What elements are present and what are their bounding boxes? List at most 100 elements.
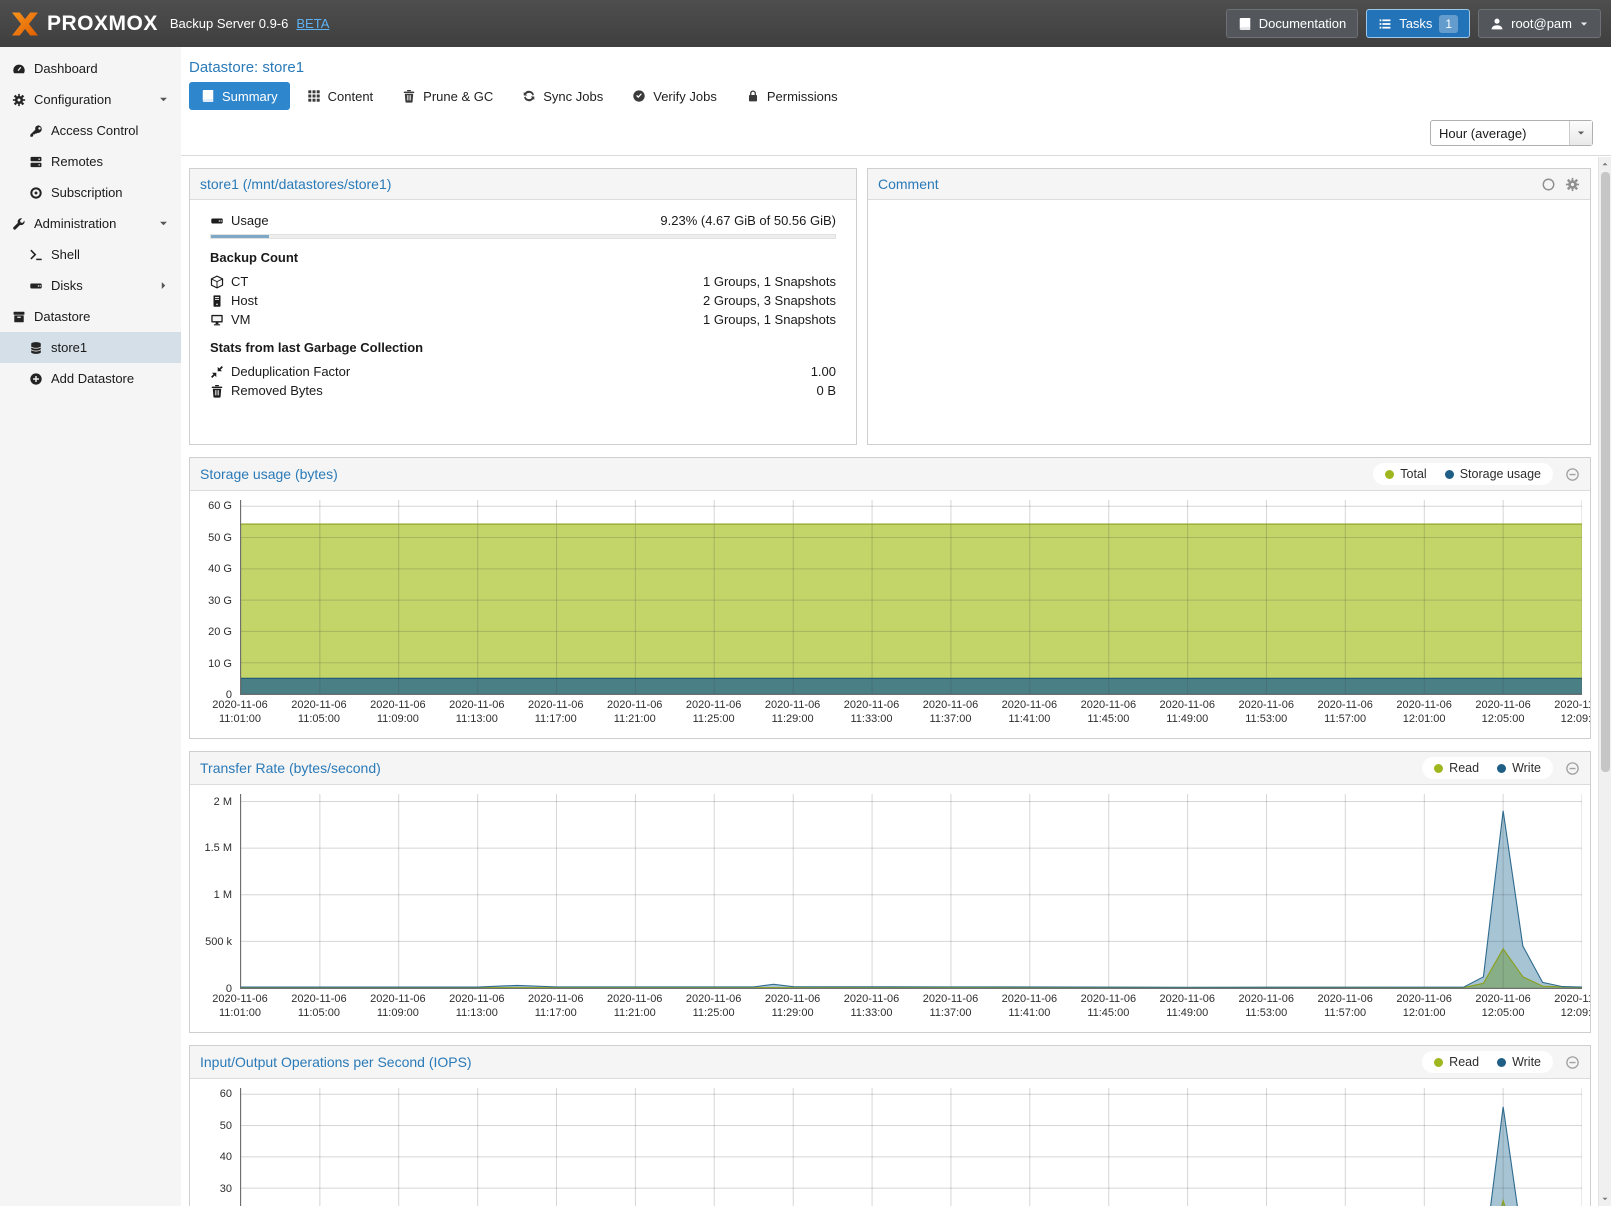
lock-icon [746,89,760,103]
y-tick-label: 500 k [205,936,232,948]
plot-column: 2020-11-0611:01:002020-11-0611:05:002020… [240,1088,1582,1206]
x-tick-label: 2020-11-0611:05:00 [291,992,346,1021]
x-tick-label: 2020-11-0611:17:00 [528,698,583,727]
plus-circle-icon [29,372,43,386]
caret-right-icon[interactable] [158,280,169,291]
list-icon [1378,17,1392,31]
legend-dot [1385,470,1394,479]
sidebar-item-label: Configuration [34,92,111,107]
documentation-label: Documentation [1259,16,1346,31]
legend-item-read[interactable]: Read [1434,1055,1479,1069]
sidebar-item-disks[interactable]: Disks [0,270,181,301]
sidebar-item-label: Disks [51,278,83,293]
chart-body: 6050403020100 2020-11-0611:01:002020-11-… [190,1079,1590,1206]
tachometer-icon [12,62,26,76]
x-tick-label: 2020-11-0611:09:00 [370,698,425,727]
tab-verify-jobs[interactable]: Verify Jobs [620,82,729,110]
plot-column: 2020-11-0611:01:002020-11-0611:05:002020… [240,794,1582,1026]
collapse-icon[interactable] [1565,1055,1580,1070]
sidebar-item-configuration[interactable]: Configuration [0,84,181,115]
stat-label: Removed Bytes [231,383,323,398]
sidebar-item-administration[interactable]: Administration [0,208,181,239]
stat-label: CT [231,274,248,289]
comment-panel: Comment [867,168,1591,445]
sidebar-item-dashboard[interactable]: Dashboard [0,53,181,84]
sidebar-item-label: Shell [51,247,80,262]
main-area: Datastore: store1 SummaryContentPrune & … [181,47,1611,1206]
tab-permissions[interactable]: Permissions [734,82,850,110]
chart-header: Input/Output Operations per Second (IOPS… [190,1046,1590,1079]
sidebar-item-datastore[interactable]: Datastore [0,301,181,332]
beta-link[interactable]: BETA [296,16,329,31]
sidebar-item-remotes[interactable]: Remotes [0,146,181,177]
y-axis: 60 G50 G40 G30 G20 G10 G0 [194,500,240,695]
tab-sync-jobs[interactable]: Sync Jobs [510,82,615,110]
summary-panel-title: store1 (/mnt/datastores/store1) [200,176,391,192]
check-circle-icon [632,89,646,103]
tasks-button[interactable]: Tasks 1 [1366,9,1470,38]
tab-summary[interactable]: Summary [189,82,290,110]
chart-legend: Total Storage usage [1373,463,1553,485]
terminal-icon [29,248,43,262]
x-tick-label: 2020-11-0611:21:00 [607,992,662,1021]
y-tick-label: 40 G [208,563,232,575]
caret-down-icon[interactable] [158,218,169,229]
legend-item-write[interactable]: Write [1497,1055,1541,1069]
gear-icon[interactable] [1565,177,1580,192]
timeframe-select[interactable]: Hour (average) [1430,120,1593,146]
database-icon [29,341,43,355]
x-tick-label: 2020-11-0611:53:00 [1239,698,1294,727]
x-tick-label: 2020-11-0611:21:00 [607,698,662,727]
sidebar-item-label: Add Datastore [51,371,134,386]
y-tick-label: 10 G [208,658,232,670]
x-tick-label: 2020-11-0611:45:00 [1081,992,1136,1021]
page-title: Datastore: store1 [189,59,304,76]
legend-item-storage-usage[interactable]: Storage usage [1445,467,1541,481]
y-tick-label: 1.5 M [204,842,232,854]
circle-icon[interactable] [1541,177,1556,192]
support-icon [29,186,43,200]
book-icon [1238,17,1252,31]
scroll-up-button[interactable] [1599,157,1611,171]
archive-icon [12,310,26,324]
proxmox-logo: PROXMOX [10,11,158,37]
user-label: root@pam [1511,16,1572,31]
stat-value: 1 Groups, 1 Snapshots [703,312,836,327]
tasks-badge: 1 [1439,15,1458,33]
y-tick-label: 40 [220,1151,232,1163]
stat-value: 2 Groups, 3 Snapshots [703,293,836,308]
legend-item-read[interactable]: Read [1434,761,1479,775]
x-tick-label: 2020-11-0611:37:00 [923,698,978,727]
x-tick-label: 2020-11-0611:13:00 [449,992,504,1021]
usage-row: Usage 9.23% (4.67 GiB of 50.56 GiB) [210,213,836,228]
legend-dot [1497,764,1506,773]
proxmox-logo-icon [10,11,40,37]
x-tick-label: 2020-11-0611:29:00 [765,698,820,727]
user-menu-button[interactable]: root@pam [1478,9,1601,38]
caret-down-icon[interactable] [158,94,169,105]
vm-icon [210,313,224,327]
collapse-icon[interactable] [1565,467,1580,482]
vertical-scrollbar[interactable] [1598,157,1611,1206]
scrollbar-thumb[interactable] [1601,172,1610,772]
sidebar-item-store1[interactable]: store1 [0,332,181,363]
backup-count-title: Backup Count [210,250,836,265]
sidebar-item-access-control[interactable]: Access Control [0,115,181,146]
x-tick-label: 2020-11-0611:01:00 [212,698,267,727]
sidebar-item-add-datastore[interactable]: Add Datastore [0,363,181,394]
tab-prune-gc[interactable]: Prune & GC [390,82,505,110]
legend-item-write[interactable]: Write [1497,761,1541,775]
sidebar-item-shell[interactable]: Shell [0,239,181,270]
scroll-down-button[interactable] [1599,1192,1611,1206]
y-tick-label: 60 G [208,500,232,512]
x-axis: 2020-11-0611:01:002020-11-0611:05:002020… [240,992,1582,1026]
combo-trigger[interactable] [1569,121,1592,145]
summary-panel-body: Usage 9.23% (4.67 GiB of 50.56 GiB) Back… [190,200,856,400]
documentation-button[interactable]: Documentation [1226,9,1358,38]
collapse-icon[interactable] [1565,761,1580,776]
legend-item-total[interactable]: Total [1385,467,1426,481]
user-icon [1490,17,1504,31]
tab-content[interactable]: Content [295,82,386,110]
sidebar-item-subscription[interactable]: Subscription [0,177,181,208]
tab-label: Sync Jobs [543,89,603,104]
